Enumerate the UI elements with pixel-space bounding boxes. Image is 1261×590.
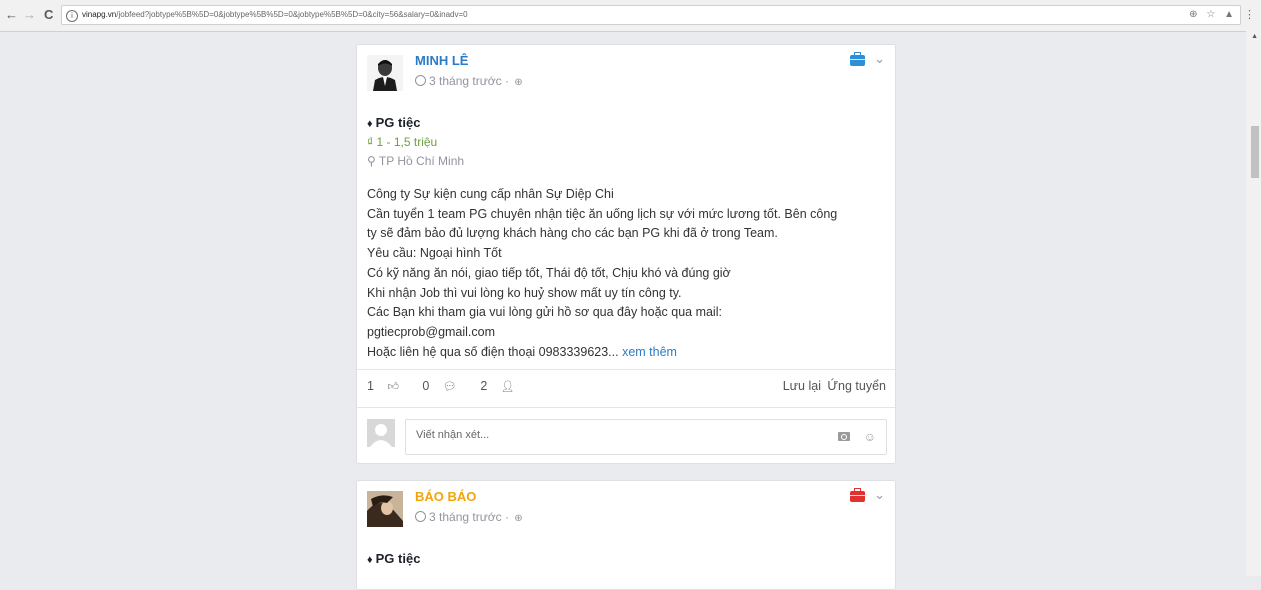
salary-text: 1 - 1,5 triệu xyxy=(376,135,438,149)
extension-icon[interactable]: ▲ xyxy=(1224,9,1234,20)
like-count: 1 xyxy=(367,379,374,393)
job-title-text: PG tiệc xyxy=(375,551,421,566)
location-text: TP Hồ Chí Minh xyxy=(378,154,465,168)
thumbs-up-icon: 👍︎ xyxy=(387,381,399,393)
smile-icon[interactable]: ☺ xyxy=(864,430,876,444)
description-line: Có kỹ năng ăn nói, giao tiếp tốt, Thái đ… xyxy=(367,265,731,280)
more-vert-icon[interactable]: ⋮ xyxy=(1244,8,1255,21)
description-line: Cần tuyển 1 team PG chuyên nhận tiệc ăn … xyxy=(367,206,838,221)
salary: ₫ 1 - 1,5 triệu xyxy=(367,135,437,149)
avatar[interactable] xyxy=(367,55,403,91)
comment-button[interactable]: 0 💬︎ xyxy=(422,379,466,393)
description-line: pgtiecprob@gmail.com xyxy=(367,324,496,339)
divider xyxy=(357,369,895,370)
job-title[interactable]: ♦ PG tiệc xyxy=(367,551,420,566)
forward-icon[interactable]: → xyxy=(23,8,36,22)
briefcase-icon xyxy=(850,52,865,66)
url-text[interactable]: vinapg.vn/jobfeed?jobtype%5B%5D=0&jobtyp… xyxy=(82,10,468,19)
scrollbar-thumb[interactable] xyxy=(1251,126,1259,178)
camera-icon[interactable] xyxy=(838,432,850,441)
description-line: Công ty Sự kiện cung cấp nhân Sự Diệp Ch… xyxy=(367,187,614,201)
location: ⚲ TP Hồ Chí Minh xyxy=(367,154,464,168)
job-description: Công ty Sự kiện cung cấp nhân Sự Diệp Ch… xyxy=(367,185,887,362)
tie-icon: ♦ xyxy=(367,118,373,130)
briefcase-icon xyxy=(850,488,865,502)
post-time: 3 tháng trước · xyxy=(429,510,509,524)
address-bar[interactable]: i vinapg.vn/jobfeed?jobtype%5B%5D=0&jobt… xyxy=(61,5,1241,25)
back-icon[interactable]: ← xyxy=(5,8,18,22)
divider xyxy=(357,407,895,408)
browser-toolbar: ← → C i vinapg.vn/jobfeed?jobtype%5B%5D=… xyxy=(0,0,1261,32)
post-meta: 3 tháng trước · ⊕ xyxy=(415,74,523,88)
comment-input[interactable] xyxy=(414,428,818,442)
url-path: /jobfeed?jobtype%5B%5D=0&jobtype%5B%5D=0… xyxy=(116,10,468,19)
like-button[interactable]: 1 👍︎ xyxy=(367,379,409,393)
description-last-line: Hoặc liên hệ qua số điện thoại 098333962… xyxy=(367,343,887,363)
comment-box: ☺ xyxy=(405,419,887,455)
description-line: Yêu cầu: Ngoại hình Tốt xyxy=(367,246,502,261)
user-icon: 👤︎ xyxy=(500,381,515,393)
description-line: Hoặc liên hệ qua số điện thoại 098333962… xyxy=(367,344,619,359)
comment-count: 0 xyxy=(422,379,430,393)
see-more-link[interactable]: xem thêm xyxy=(622,345,677,359)
star-icon[interactable]: ☆ xyxy=(1206,9,1215,20)
tie-icon: ♦ xyxy=(367,554,373,566)
info-icon[interactable]: i xyxy=(66,10,78,22)
applicants-button[interactable]: 2 👤︎ xyxy=(480,379,524,393)
reload-icon[interactable]: C xyxy=(44,8,53,22)
url-domain: vinapg.vn xyxy=(82,10,117,19)
job-title-text: PG tiệc xyxy=(375,115,421,130)
commenter-avatar xyxy=(367,419,395,447)
author-name[interactable]: MINH LÊ xyxy=(415,53,468,68)
clock-icon xyxy=(415,75,426,86)
scrollbar[interactable] xyxy=(1246,31,1261,576)
save-button[interactable]: Lưu lại xyxy=(783,379,821,393)
comment-icon: 💬︎ xyxy=(442,381,457,393)
chevron-down-icon[interactable]: ⌄ xyxy=(874,487,885,503)
globe-icon: ⊕ xyxy=(514,77,523,88)
applicant-count: 2 xyxy=(480,379,488,393)
post-stats: 1 👍︎ 0 💬︎ 2 👤︎ xyxy=(367,379,535,393)
globe-icon: ⊕ xyxy=(514,513,523,524)
apply-button[interactable]: Ứng tuyển xyxy=(827,379,886,393)
description-line: ty sẽ đảm bảo đủ lượng khách hàng cho cá… xyxy=(367,226,778,241)
description-line: Khi nhận Job thì vui lòng ko huỷ show mấ… xyxy=(367,285,682,300)
scroll-up-icon[interactable]: ▲ xyxy=(1251,33,1258,40)
job-post-card: MINH LÊ 3 tháng trước · ⊕ ⌄ ♦ PG tiệc ₫ 1… xyxy=(356,44,896,464)
zoom-icon[interactable]: ⊕ xyxy=(1189,9,1197,20)
job-post-card: BÁO BÁO 3 tháng trước · ⊕ ⌄ ♦ PG tiệc xyxy=(356,480,896,590)
dong-icon: ₫ xyxy=(367,135,374,149)
map-pin-icon: ⚲ xyxy=(367,154,376,168)
avatar[interactable] xyxy=(367,491,403,527)
chevron-down-icon[interactable]: ⌄ xyxy=(874,51,885,67)
clock-icon xyxy=(415,511,426,522)
post-meta: 3 tháng trước · ⊕ xyxy=(415,510,523,524)
job-title[interactable]: ♦ PG tiệc xyxy=(367,115,420,130)
author-name[interactable]: BÁO BÁO xyxy=(415,489,476,504)
post-time: 3 tháng trước · xyxy=(429,74,509,88)
description-line: Các Bạn khi tham gia vui lòng gửi hồ sơ … xyxy=(367,305,722,320)
